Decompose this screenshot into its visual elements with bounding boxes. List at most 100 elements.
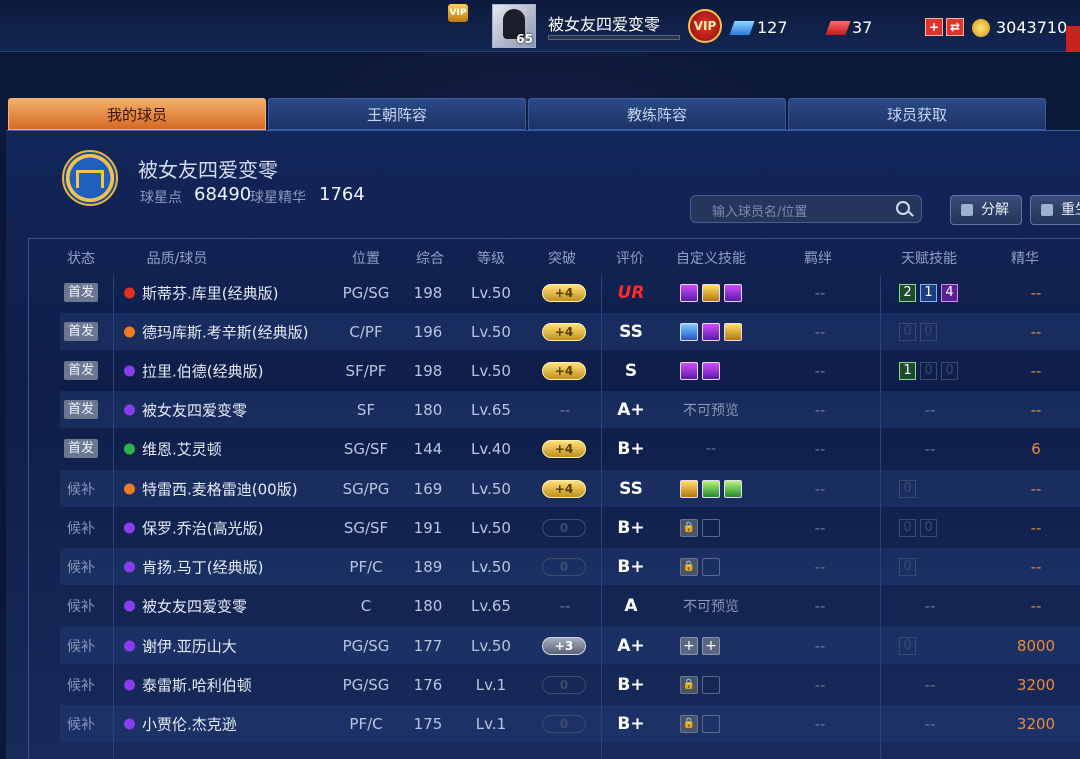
skill-lock-icon[interactable]: 🔒 <box>680 557 698 576</box>
essence-value: 1764 <box>319 184 365 205</box>
skill-lock-icon[interactable]: 🔒 <box>680 518 698 537</box>
coin-count: 3043710 <box>996 18 1068 37</box>
player-name[interactable]: 小贾伦.杰克逊 <box>142 713 237 734</box>
tab-coach-lineup[interactable]: 教练阵容 <box>528 98 786 130</box>
exchange-icon[interactable]: ⇄ <box>946 18 964 36</box>
decompose-icon <box>961 204 973 216</box>
position: C <box>360 596 372 615</box>
table-row[interactable]: 候补 被女友四爱变零 C 180 Lv.65 -- A 不可预览 -- -- -- <box>60 587 1080 624</box>
vip-badge-small[interactable]: VIP <box>448 4 468 22</box>
player-name[interactable]: 被女友四爱变零 <box>142 399 247 420</box>
talent-level: 0 <box>941 361 958 380</box>
vip-icon[interactable]: VIP <box>688 9 722 43</box>
table-row[interactable]: 候补 谢伊.亚历山大 PG/SG 177 Lv.50 +3 A+ + + -- 0 8000 <box>60 627 1080 664</box>
rating: A <box>624 595 638 616</box>
header-bonds: 羁绊 <box>804 251 832 267</box>
player-name[interactable]: 肯扬.马丁(经典版) <box>142 556 263 577</box>
talent-level: 0 <box>899 479 916 498</box>
table-row[interactable]: 候补 保罗.乔治(高光版) SG/SF 191 Lv.50 0 B+ 🔒 -- 0 0 -- <box>60 509 1080 546</box>
player-name[interactable]: 维恩.艾灵顿 <box>142 438 222 459</box>
status-badge: 首发 <box>64 439 98 458</box>
tab-get-players[interactable]: 球员获取 <box>788 98 1046 130</box>
header-status: 状态 <box>67 251 95 267</box>
position: PG/SG <box>342 675 390 694</box>
player-name[interactable]: 谢伊.亚历山大 <box>142 635 237 656</box>
skill-lock-icon[interactable]: 🔒 <box>680 675 698 694</box>
player-name[interactable]: 泰雷斯.哈利伯顿 <box>142 674 252 695</box>
bond: -- <box>814 714 826 733</box>
overall: 196 <box>413 322 443 341</box>
corner-badge-icon[interactable] <box>1066 26 1080 52</box>
position: PF/C <box>349 557 383 576</box>
table-row[interactable]: 候补 小贾伦.杰克逊 PF/C 175 Lv.1 0 B+ 🔒 -- -- 3200 <box>60 705 1080 742</box>
points-label: 球星点 <box>140 190 182 206</box>
skill-icon <box>724 322 742 341</box>
essence-value: 6 <box>1031 439 1041 458</box>
level: Lv.50 <box>471 557 511 576</box>
skill-icon <box>680 479 698 498</box>
level: Lv.50 <box>471 636 511 655</box>
skill-empty-slot <box>702 518 720 537</box>
skill-icon <box>680 322 698 341</box>
skill-add-icon[interactable]: + <box>702 636 720 655</box>
header-level: 等级 <box>477 251 505 267</box>
table-row[interactable]: 候补 特雷西.麦格雷迪(00版) SG/PG 169 Lv.50 +4 SS -- 0 -- <box>60 470 1080 507</box>
tab-my-players[interactable]: 我的球员 <box>8 98 266 130</box>
decompose-button[interactable]: 分解 <box>950 195 1022 225</box>
talent-level: 0 <box>899 636 916 655</box>
bond: -- <box>814 361 826 380</box>
essence-value: -- <box>1030 322 1042 341</box>
essence-value: -- <box>1030 596 1042 615</box>
essence-value: -- <box>1030 518 1042 537</box>
rating: B+ <box>617 556 645 577</box>
bond: -- <box>814 400 826 419</box>
player-name[interactable]: 斯蒂芬.库里(经典版) <box>142 282 278 303</box>
table-row[interactable]: 首发 被女友四爱变零 SF 180 Lv.65 -- A+ 不可预览 -- -- -- <box>60 391 1080 428</box>
breakthrough-pill: 0 <box>542 518 586 537</box>
avatar[interactable]: 65 <box>492 4 536 48</box>
table-row[interactable]: 首发 斯蒂芬.库里(经典版) PG/SG 198 Lv.50 +4 UR -- 2 1 4 -- <box>60 274 1080 311</box>
status-text: 候补 <box>67 677 95 694</box>
position: SF/PF <box>345 361 387 380</box>
status-badge: 首发 <box>64 400 98 419</box>
custom-skill-text: -- <box>705 440 717 457</box>
skill-icon <box>724 283 742 302</box>
table-row[interactable]: 首发 维恩.艾灵顿 SG/SF 144 Lv.40 +4 B+ -- -- -- 6 <box>60 430 1080 467</box>
level: Lv.1 <box>475 675 507 694</box>
player-name[interactable]: 拉里.伯德(经典版) <box>142 360 263 381</box>
custom-skill-text: 不可预览 <box>683 402 739 419</box>
search-icon[interactable] <box>896 201 910 215</box>
overall: 189 <box>413 557 443 576</box>
add-plus-icon[interactable]: + <box>925 18 943 36</box>
skill-lock-icon[interactable]: 🔒 <box>680 714 698 733</box>
player-name[interactable]: 被女友四爱变零 <box>142 595 247 616</box>
reset-button[interactable]: 重生 <box>1030 195 1080 225</box>
position: PG/SG <box>342 283 390 302</box>
bond: -- <box>814 283 826 302</box>
status-text: 候补 <box>67 520 95 537</box>
level: Lv.50 <box>471 283 511 302</box>
skill-add-icon[interactable]: + <box>680 636 698 655</box>
table-row[interactable]: 首发 拉里.伯德(经典版) SF/PF 198 Lv.50 +4 S -- 1 0 0 -- <box>60 352 1080 389</box>
table-row[interactable]: 候补 泰雷斯.哈利伯顿 PG/SG 176 Lv.1 0 B+ 🔒 -- -- 3200 <box>60 666 1080 703</box>
coin-icon <box>972 19 990 37</box>
breakthrough-pill: +4 <box>542 322 586 341</box>
talent-text: -- <box>924 714 936 733</box>
player-name: 被女友四爱变零 <box>548 15 661 34</box>
table-row[interactable]: 首发 德玛库斯.考辛斯(经典版) C/PF 196 Lv.50 +4 SS -- 0 0 -- <box>60 313 1080 350</box>
overall: 144 <box>413 439 443 458</box>
status-text: 候补 <box>67 559 95 576</box>
table-row[interactable]: 候补 肯扬.马丁(经典版) PF/C 189 Lv.50 0 B+ 🔒 -- 0 -- <box>60 548 1080 585</box>
essence-value: -- <box>1030 361 1042 380</box>
tab-dynasty-lineup[interactable]: 王朝阵容 <box>268 98 526 130</box>
top-bar <box>0 0 1080 52</box>
player-name[interactable]: 德玛库斯.考辛斯(经典版) <box>142 321 308 342</box>
essence-value: 3200 <box>1016 714 1056 733</box>
exp-bar <box>548 35 680 40</box>
quality-dot-icon <box>124 561 135 572</box>
rating: B+ <box>617 713 645 734</box>
level: Lv.1 <box>475 714 507 733</box>
essence-value: -- <box>1030 283 1042 302</box>
player-name[interactable]: 特雷西.麦格雷迪(00版) <box>142 478 298 499</box>
player-name[interactable]: 保罗.乔治(高光版) <box>142 517 263 538</box>
